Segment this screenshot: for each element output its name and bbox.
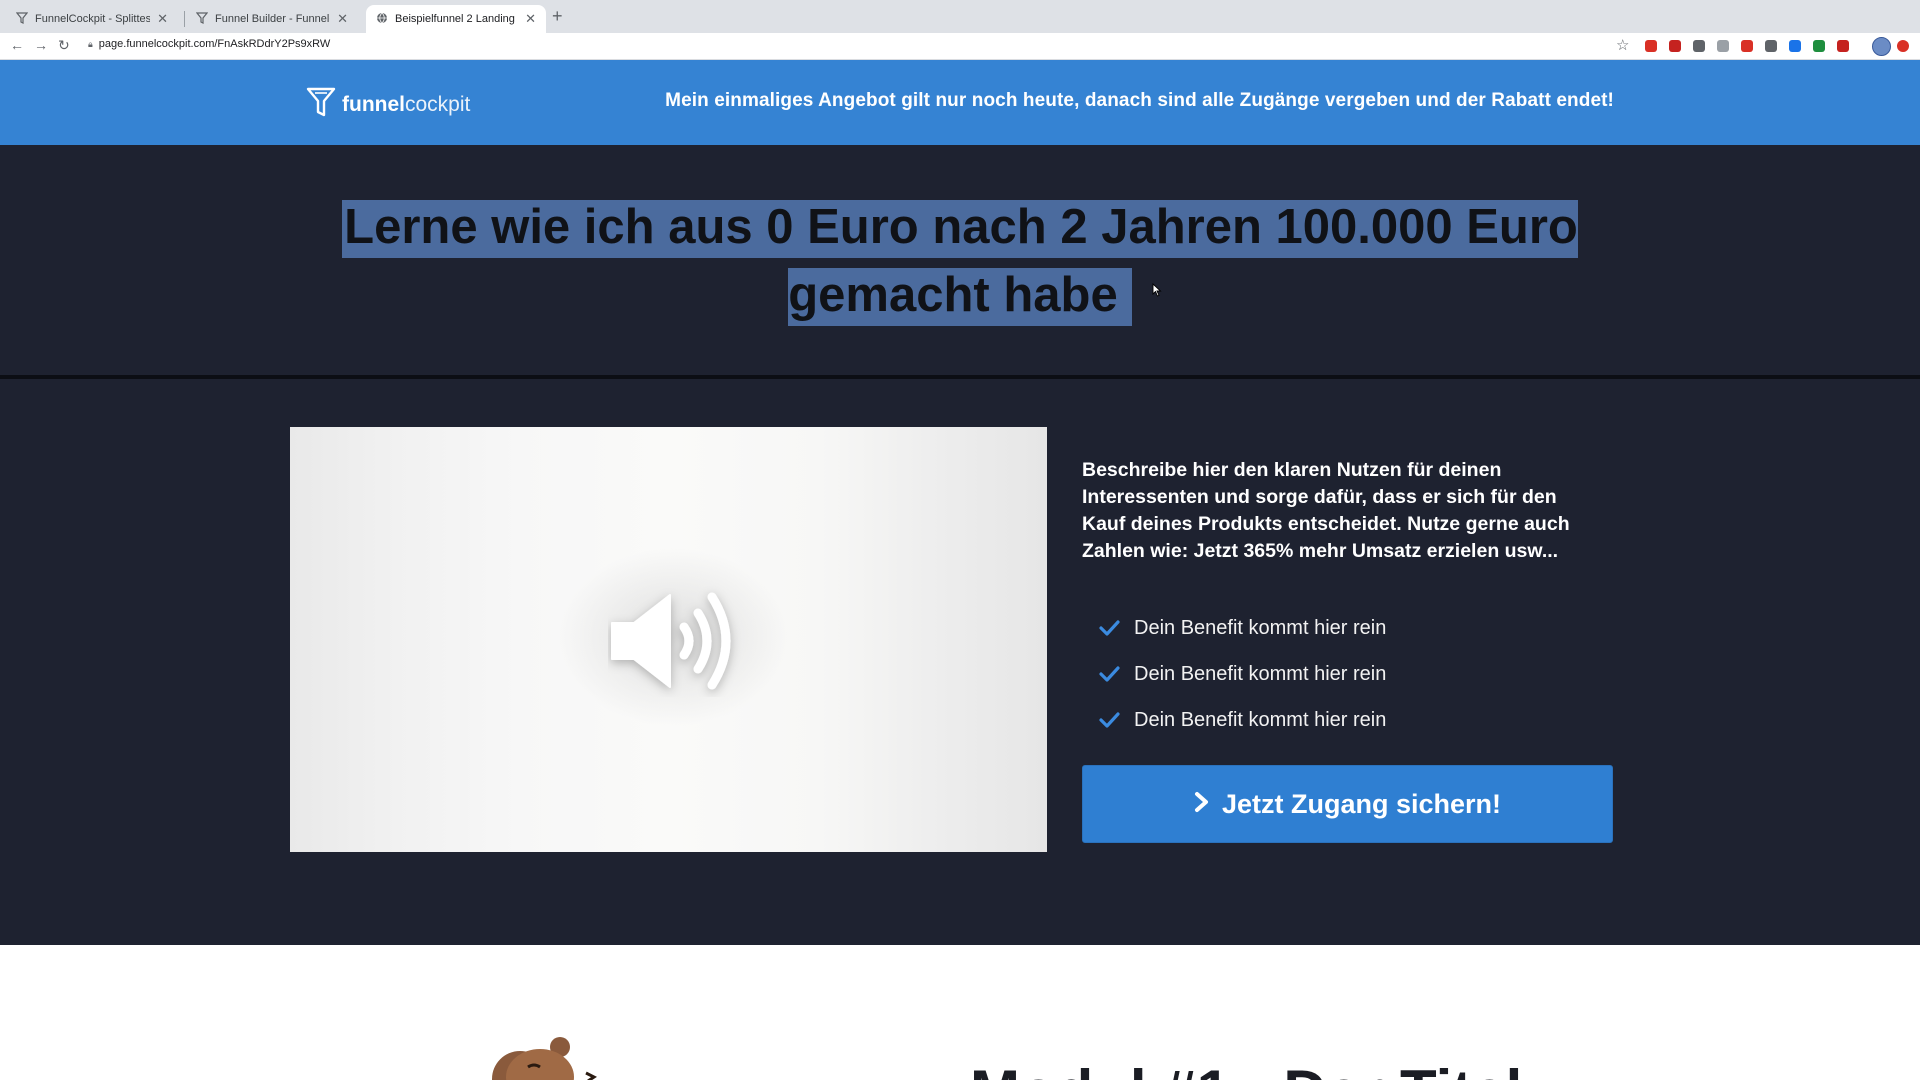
hero-section: Lerne wie ich aus 0 Euro nach 2 Jahren 1… [0, 145, 1920, 375]
content-section: Beschreibe hier den klaren Nutzen für de… [0, 379, 1920, 945]
browser-menu-icon[interactable] [1897, 40, 1909, 52]
bookmark-star-icon[interactable]: ☆ [1616, 36, 1629, 54]
lock-icon: 🔒︎ [88, 38, 93, 49]
checkmark-icon [1099, 620, 1120, 636]
page-title: Lerne wie ich aus 0 Euro nach 2 Jahren 1… [310, 193, 1610, 329]
funnel-icon [195, 11, 209, 27]
back-arrow-icon[interactable]: ← [10, 37, 24, 53]
extension-icon[interactable] [1765, 40, 1777, 52]
tab-separator [184, 11, 185, 27]
close-icon[interactable]: ✕ [337, 11, 348, 27]
extension-icon[interactable] [1693, 40, 1705, 52]
extension-icon[interactable] [1789, 40, 1801, 52]
browser-tab[interactable]: Funnel Builder - FunnelCockpit ✕ [186, 5, 358, 33]
mascot-illustration [490, 1037, 610, 1080]
tab-title: Beispielfunnel 2 Landing Page [395, 13, 518, 25]
url-field[interactable]: 🔒︎ page.funnelcockpit.com/FnAskRDdrY2Ps9… [88, 38, 330, 50]
tab-title: FunnelCockpit - Splittests, Ma [35, 13, 151, 25]
browser-tab-active[interactable]: Beispielfunnel 2 Landing Page ✕ [366, 5, 546, 33]
benefit-item: Dein Benefit kommt hier rein [1098, 697, 1386, 743]
checkmark-icon [1099, 666, 1120, 682]
tab-title: Funnel Builder - FunnelCockpit [215, 13, 330, 25]
close-icon[interactable]: ✕ [525, 11, 536, 27]
extension-icon[interactable] [1669, 40, 1681, 52]
checkmark-icon [1099, 712, 1120, 728]
chevron-right-icon [1194, 789, 1210, 820]
benefit-description: Beschreibe hier den klaren Nutzen für de… [1082, 459, 1570, 562]
logo[interactable]: funnelcockpit [306, 86, 470, 124]
page-title-text: Lerne wie ich aus 0 Euro nach 2 Jahren 1… [342, 200, 1578, 326]
new-tab-plus-icon[interactable]: + [552, 6, 563, 27]
extension-icon[interactable] [1837, 40, 1849, 52]
cta-button[interactable]: Jetzt Zugang sichern! [1082, 765, 1613, 843]
cta-label: Jetzt Zugang sichern! [1221, 788, 1502, 819]
browser-tab[interactable]: FunnelCockpit - Splittests, Ma ✕ [6, 5, 178, 33]
url-text: page.funnelcockpit.com/FnAskRDdrY2Ps9xRW [98, 38, 331, 50]
address-bar: ← → ↻ 🔒︎ page.funnelcockpit.com/FnAskRDd… [0, 33, 1920, 60]
video-player[interactable] [290, 427, 1047, 852]
extension-icon[interactable] [1741, 40, 1753, 52]
benefit-list: Dein Benefit kommt hier rein Dein Benefi… [1098, 605, 1386, 743]
module-title: Modul #1 - Der Titel [970, 1057, 1522, 1080]
benefit-label: Dein Benefit kommt hier rein [1134, 662, 1387, 685]
logo-text-funnel: funnel [342, 93, 405, 116]
forward-arrow-icon[interactable]: → [34, 37, 48, 53]
benefit-item: Dein Benefit kommt hier rein [1098, 651, 1386, 697]
funnel-icon [15, 11, 29, 27]
top-banner: funnelcockpit Mein einmaliges Angebot gi… [0, 60, 1920, 145]
benefit-label: Dein Benefit kommt hier rein [1134, 708, 1387, 731]
extension-icon[interactable] [1717, 40, 1729, 52]
extension-icon[interactable] [1645, 40, 1657, 52]
globe-icon [376, 12, 388, 27]
funnel-logo-icon [306, 86, 336, 124]
benefit-item: Dein Benefit kommt hier rein [1098, 605, 1386, 651]
extension-icon[interactable] [1813, 40, 1825, 52]
close-icon[interactable]: ✕ [157, 11, 168, 27]
profile-avatar[interactable] [1872, 37, 1891, 56]
logo-text-cockpit: cockpit [405, 93, 471, 116]
mouse-cursor-icon [1152, 282, 1162, 302]
reload-icon[interactable]: ↻ [58, 37, 70, 54]
benefit-label: Dein Benefit kommt hier rein [1134, 616, 1387, 639]
speaker-volume-icon[interactable] [608, 585, 748, 702]
urgency-message: Mein einmaliges Angebot gilt nur noch he… [665, 90, 1614, 111]
module-section: Modul #1 - Der Titel [0, 945, 1920, 1080]
browser-tab-bar: FunnelCockpit - Splittests, Ma ✕ Funnel … [0, 0, 1920, 33]
